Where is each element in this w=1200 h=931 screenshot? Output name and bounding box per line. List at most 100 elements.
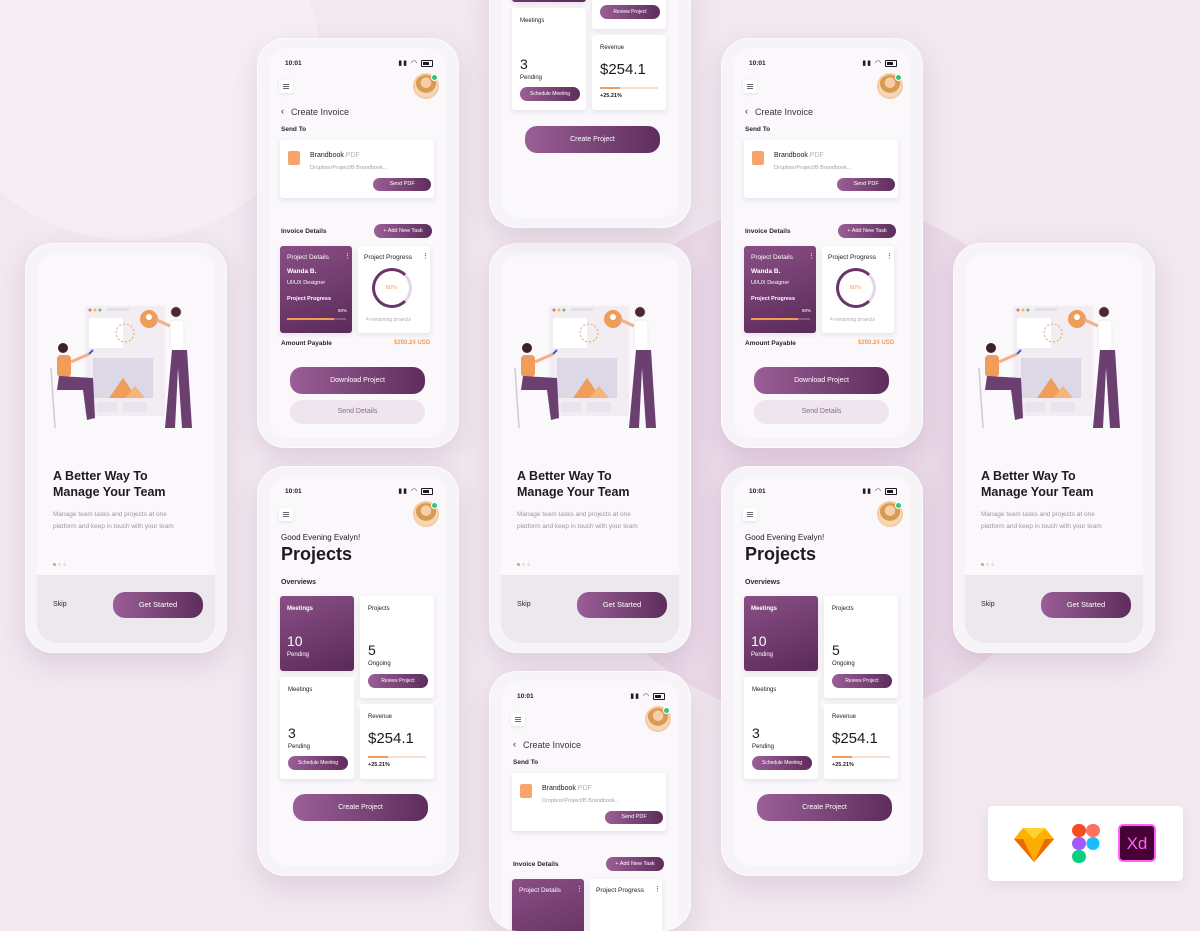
more-icon[interactable]: ⋮ [808, 252, 815, 260]
download-project-button[interactable]: Download Project [290, 367, 425, 394]
team-illustration [50, 306, 192, 429]
meetings-sub: Pending [288, 744, 311, 750]
file-name: Brandbook.PDF [310, 152, 360, 159]
create-project-button[interactable]: Create Project [525, 126, 660, 153]
page-indicator [53, 553, 68, 571]
review-project-button[interactable]: Review Project [600, 5, 660, 19]
person-name: Wanda B. [287, 268, 317, 275]
projects-card: 5 Ongoing Review Project [592, 0, 666, 29]
user-avatar[interactable] [879, 502, 902, 525]
onboarding-desc-1: Manage team tasks and projects at one [53, 511, 167, 518]
meetings-count: 10 [751, 633, 767, 649]
skip-button[interactable]: Skip [981, 601, 995, 608]
revenue-bar [368, 756, 426, 758]
xd-icon: Xd [1118, 824, 1156, 862]
meetings-card-highlight: Meetings 10 Pending [280, 596, 354, 671]
onboarding-title-1: A Better Way To [53, 469, 148, 483]
meetings-sub: Pending [287, 652, 310, 658]
remaining-projects: 4 remaining projects [366, 317, 412, 323]
meetings-card-highlight: Meetings 10 Pending [744, 596, 818, 671]
menu-icon[interactable] [279, 80, 293, 93]
more-icon[interactable]: ⋮ [344, 252, 351, 260]
user-avatar[interactable] [415, 74, 438, 97]
revenue-card: Revenue $254.1 +25.21% [360, 704, 434, 779]
invoice-details-label: Invoice Details [281, 228, 327, 235]
page-title: Projects [745, 544, 817, 564]
onboarding-title-1: A Better Way To [981, 469, 1076, 483]
invoice-phone: 10:01 ▮▮ ◠ ‹ Create Invoice Send To Bran… [489, 671, 691, 931]
more-icon[interactable]: ⋮ [576, 885, 583, 893]
menu-icon[interactable] [511, 713, 525, 726]
project-details-label: Project Details [751, 254, 793, 261]
send-pdf-button[interactable]: Send PDF [373, 178, 431, 191]
sketch-icon [1014, 828, 1054, 862]
page-title: Projects [281, 544, 353, 564]
ring-percentage: 80% [850, 285, 862, 291]
meetings-count: 10 [287, 633, 303, 649]
send-details-button[interactable]: Send Details [754, 400, 889, 424]
send-pdf-button[interactable]: Send PDF [837, 178, 895, 191]
revenue-value: $254.1 [368, 730, 414, 747]
user-avatar[interactable] [415, 502, 438, 525]
schedule-meeting-button[interactable]: Schedule Meeting [288, 756, 348, 770]
file-path: Dropbox/Project/B Brandbook... [774, 165, 852, 171]
projects-card: Projects 5 Ongoing Review Project [824, 596, 898, 698]
design-tools-panel: Xd [988, 806, 1183, 881]
ring-percentage: 80% [386, 285, 398, 291]
more-icon[interactable]: ⋮ [886, 252, 893, 260]
more-icon[interactable]: ⋮ [422, 252, 429, 260]
add-new-task-button[interactable]: + Add New Task [838, 224, 896, 238]
back-icon[interactable]: ‹ [513, 739, 516, 749]
progress-card: Project Progress ⋮ [590, 879, 662, 931]
schedule-meeting-button[interactable]: Schedule Meeting [752, 756, 812, 770]
projects-phone: 10:01 ▮▮ ◠ Good Evening Evalyn! Projects… [257, 466, 459, 876]
download-project-button[interactable]: Download Project [754, 367, 889, 394]
add-new-task-button[interactable]: + Add New Task [374, 224, 432, 238]
user-avatar[interactable] [879, 74, 902, 97]
meetings-label: Meetings [520, 18, 545, 24]
get-started-button[interactable]: Get Started [577, 592, 667, 618]
schedule-meeting-button[interactable]: Schedule Meeting [520, 87, 580, 101]
revenue-label: Revenue [368, 714, 393, 720]
more-icon[interactable]: ⋮ [654, 885, 661, 893]
remaining-projects: 4 remaining projects [830, 317, 876, 323]
status-icons: ▮▮ ◠ [862, 487, 897, 495]
meetings-label: Meetings [287, 606, 314, 612]
user-avatar[interactable] [647, 707, 670, 730]
get-started-button[interactable]: Get Started [1041, 592, 1131, 618]
back-icon[interactable]: ‹ [745, 106, 748, 116]
onboarding-phone: A Better Way To Manage Your Team Manage … [953, 243, 1155, 653]
file-card: Brandbook.PDF Dropbox/Project/B Brandboo… [744, 140, 898, 198]
add-new-task-button[interactable]: + Add New Task [606, 857, 664, 871]
revenue-value: $254.1 [832, 730, 878, 747]
review-project-button[interactable]: Review Project [832, 674, 892, 688]
onboarding-footer: Skip Get Started [37, 575, 215, 643]
send-details-button[interactable]: Send Details [290, 400, 425, 424]
file-path: Dropbox/Project/B Brandbook... [310, 165, 388, 171]
back-icon[interactable]: ‹ [281, 106, 284, 116]
create-project-button[interactable]: Create Project [757, 794, 892, 821]
get-started-button[interactable]: Get Started [113, 592, 203, 618]
person-role: UI/UX Designer [751, 280, 790, 286]
onboarding-title-1: A Better Way To [517, 469, 612, 483]
onboarding-screen: A Better Way To Manage Your Team Manage … [37, 253, 215, 643]
invoice-details-label: Invoice Details [513, 861, 559, 868]
skip-button[interactable]: Skip [53, 601, 67, 608]
greeting: Good Evening Evalyn! [745, 533, 825, 542]
revenue-card: Revenue $254.1 +25.21% [592, 35, 666, 110]
menu-icon[interactable] [743, 508, 757, 521]
menu-icon[interactable] [279, 508, 293, 521]
revenue-value: $254.1 [600, 61, 646, 78]
onboarding-desc-1: Manage team tasks and projects at one [981, 511, 1095, 518]
review-project-button[interactable]: Review Project [368, 674, 428, 688]
document-icon [752, 151, 764, 165]
invoice-title: Create Invoice [523, 740, 582, 750]
menu-icon[interactable] [743, 80, 757, 93]
skip-button[interactable]: Skip [517, 601, 531, 608]
revenue-label: Revenue [832, 714, 857, 720]
send-pdf-button[interactable]: Send PDF [605, 811, 663, 824]
projects-screen: Pending 5 Ongoing Review Project Meeting… [501, 0, 679, 218]
status-time: 10:01 [285, 60, 302, 67]
create-project-button[interactable]: Create Project [293, 794, 428, 821]
file-name: Brandbook.PDF [774, 152, 824, 159]
